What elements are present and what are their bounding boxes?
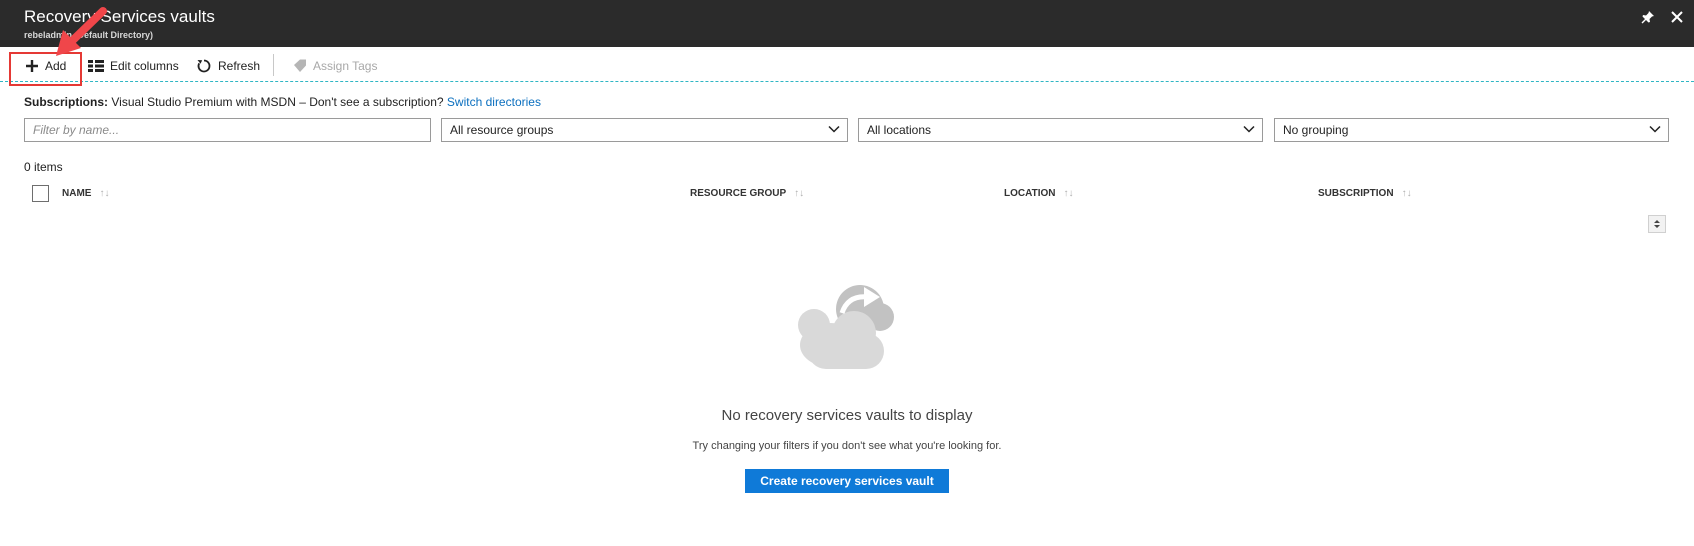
sort-icon: ↑↓ (1401, 188, 1412, 199)
column-header-subscription[interactable]: SUBSCRIPTION ↑↓ (1318, 188, 1412, 199)
items-count: 0 items (24, 160, 63, 174)
subscriptions-line: Subscriptions: Visual Studio Premium wit… (24, 95, 541, 109)
annotation-arrow-icon (56, 7, 107, 56)
scroll-stepper-icon[interactable] (1648, 215, 1666, 233)
edit-columns-label: Edit columns (110, 59, 179, 73)
chevron-down-icon (1243, 125, 1255, 133)
refresh-icon (197, 59, 211, 73)
blade-header: Recovery Services vaults rebeladmin (Def… (0, 0, 1694, 47)
resource-group-selected: All resource groups (450, 123, 554, 137)
name-filter-field[interactable] (24, 118, 431, 142)
subscriptions-text: Visual Studio Premium with MSDN – Don't … (111, 95, 444, 109)
subscriptions-label: Subscriptions: (24, 95, 109, 109)
cloud-vault-icon (798, 285, 894, 369)
assign-tags-button[interactable]: Assign Tags (293, 56, 377, 76)
sort-icon: ↑↓ (794, 188, 805, 199)
tag-icon (294, 59, 306, 72)
column-header-name[interactable]: NAME ↑↓ (62, 188, 109, 199)
command-bar: Add Edit columns Refresh Assign Tags (0, 47, 1694, 83)
grouping-dropdown[interactable]: No grouping (1274, 118, 1669, 142)
toolbar-divider (273, 54, 274, 76)
resource-group-dropdown[interactable]: All resource groups (441, 118, 848, 142)
name-filter-input[interactable] (33, 123, 422, 137)
select-all-checkbox[interactable] (32, 185, 49, 202)
sort-icon: ↑↓ (99, 188, 110, 199)
columns-icon (88, 60, 104, 72)
column-header-resource-group[interactable]: RESOURCE GROUP ↑↓ (690, 188, 804, 199)
assign-tags-label: Assign Tags (313, 59, 378, 73)
chevron-down-icon (1649, 125, 1661, 133)
refresh-button[interactable]: Refresh (196, 56, 260, 76)
switch-directories-link[interactable]: Switch directories (447, 95, 541, 109)
toolbar-focus-line (0, 81, 1694, 82)
refresh-label: Refresh (218, 59, 261, 73)
location-selected: All locations (867, 123, 932, 137)
create-vault-button[interactable]: Create recovery services vault (745, 469, 949, 493)
sort-icon: ↑↓ (1063, 188, 1074, 199)
pin-icon[interactable] (1637, 8, 1659, 30)
chevron-down-icon (828, 125, 840, 133)
location-dropdown[interactable]: All locations (858, 118, 1263, 142)
close-icon[interactable] (1666, 8, 1688, 30)
column-header-location[interactable]: LOCATION ↑↓ (1004, 188, 1073, 199)
grouping-selected: No grouping (1283, 123, 1349, 137)
table-header: NAME ↑↓ RESOURCE GROUP ↑↓ LOCATION ↑↓ SUBSC… (0, 185, 1694, 203)
empty-state-title: No recovery services vaults to display (721, 407, 973, 424)
empty-state-hint: Try changing your filters if you don't s… (692, 440, 1002, 452)
